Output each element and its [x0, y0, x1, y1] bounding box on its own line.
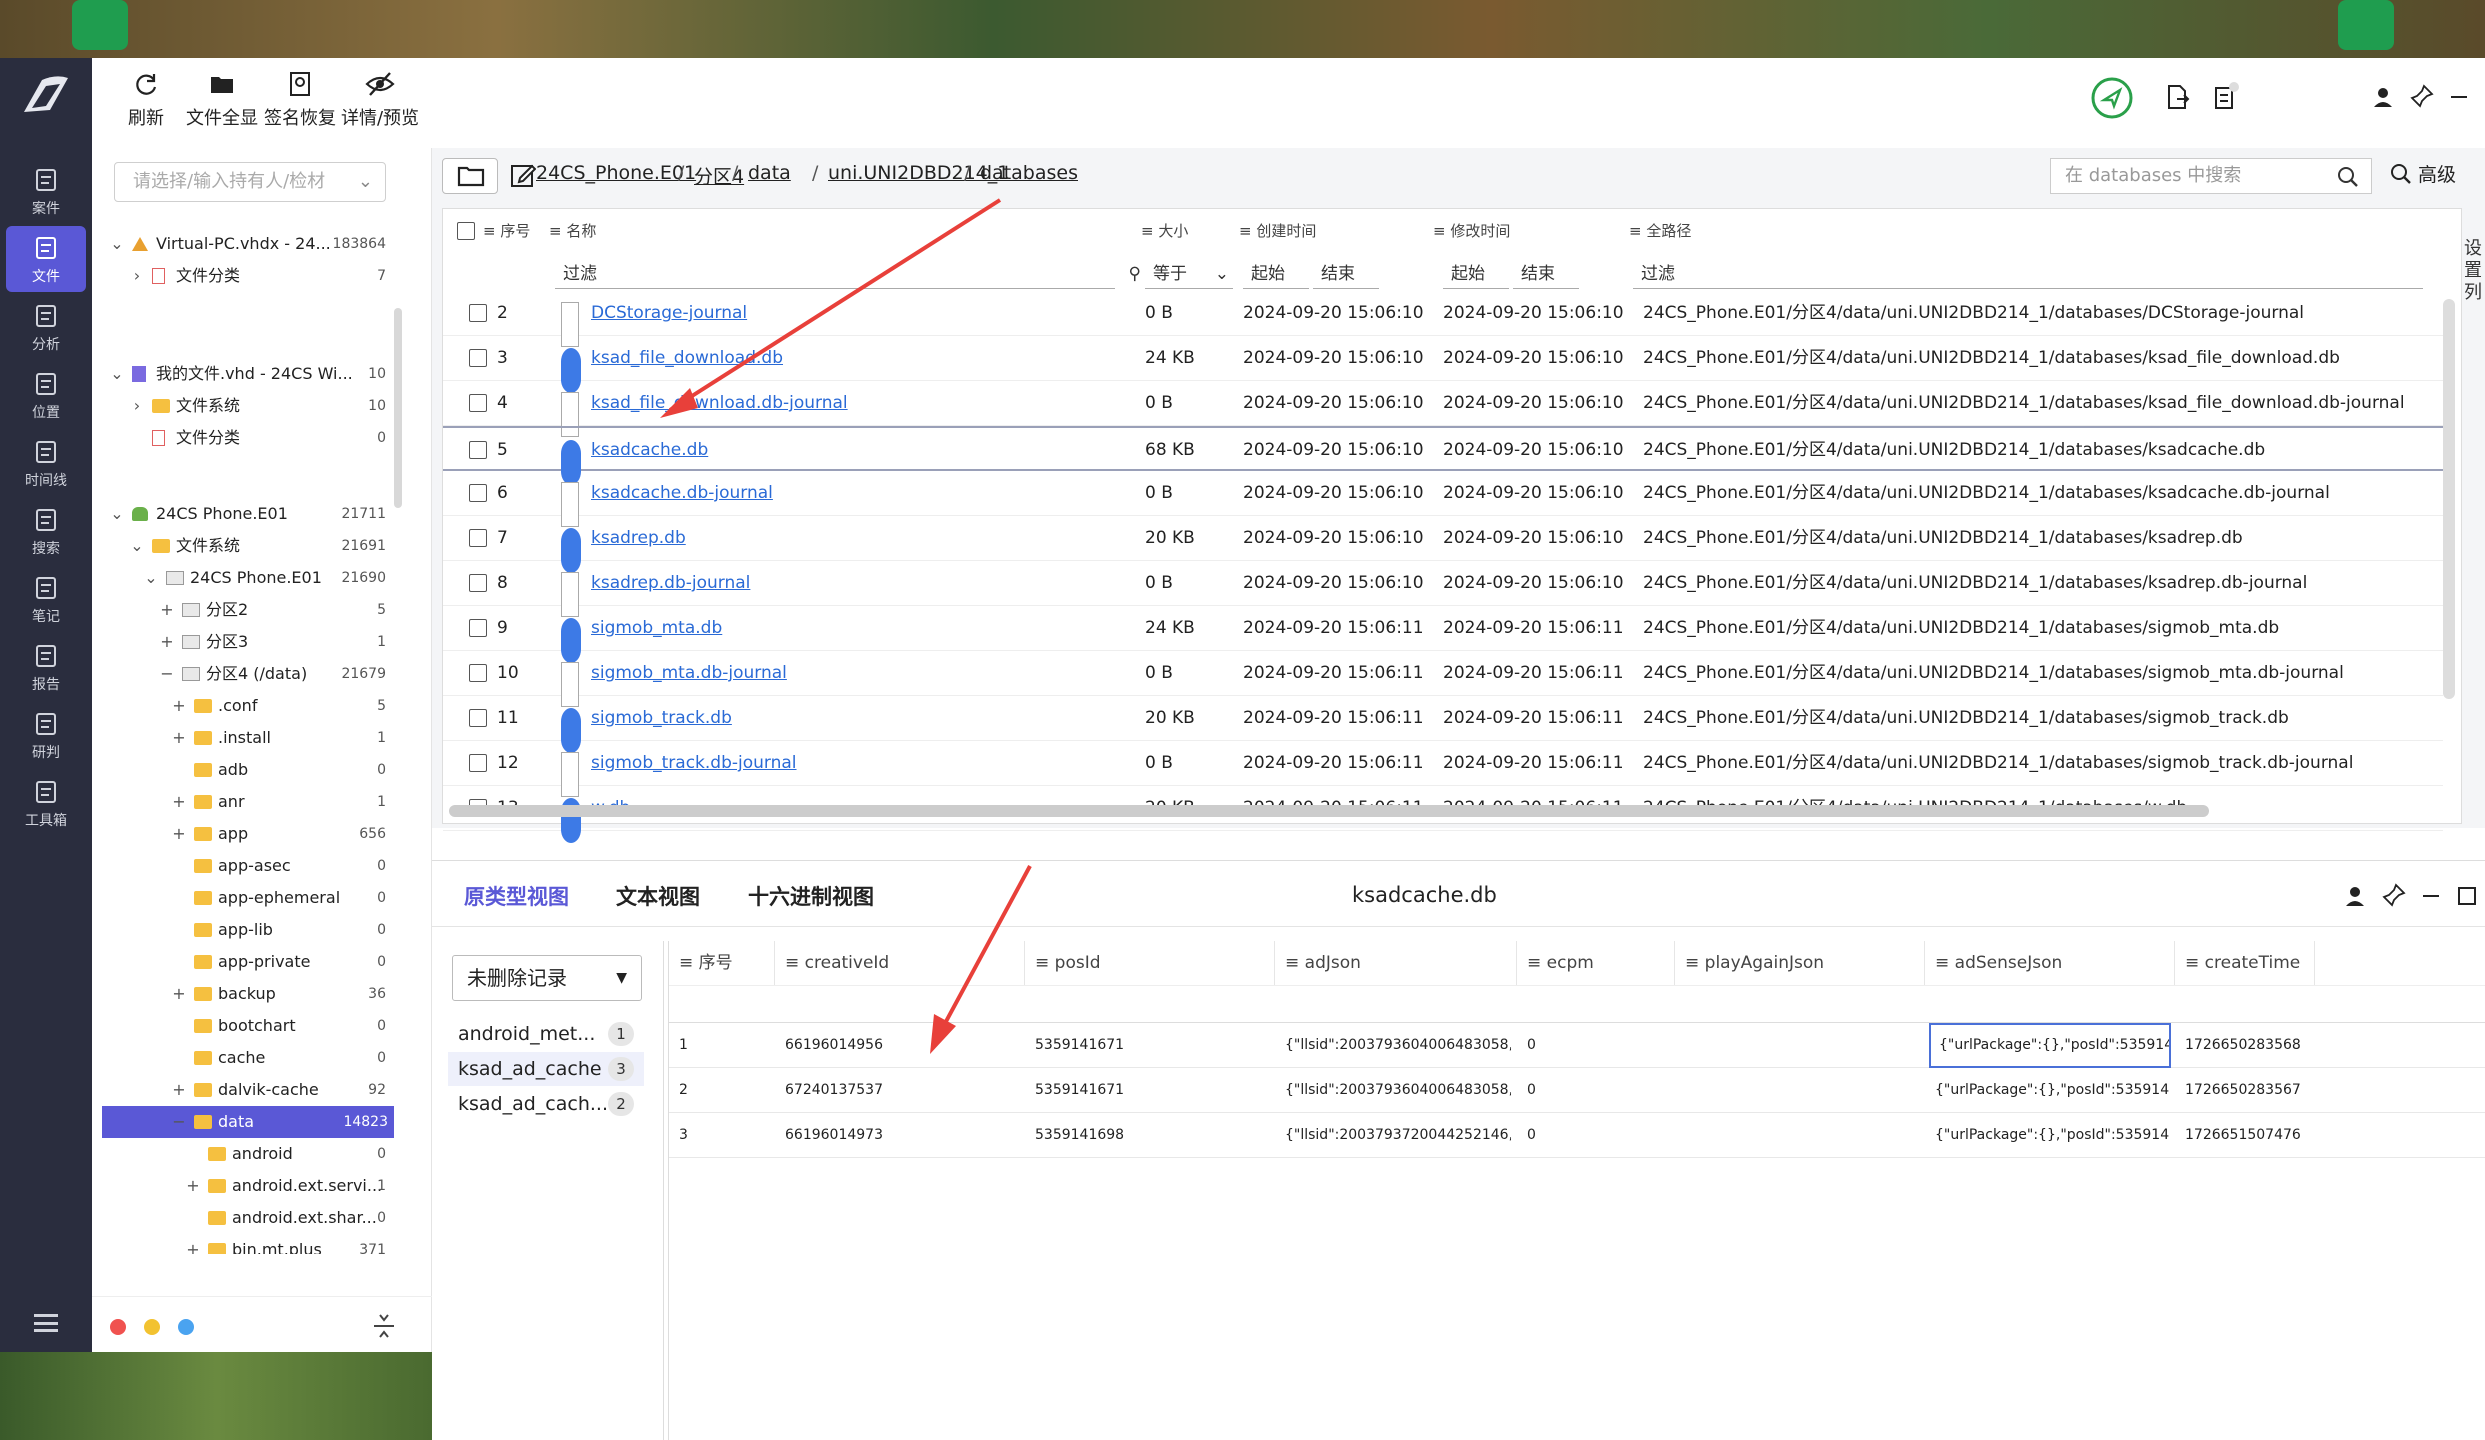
arrow-head [930, 1014, 956, 1054]
arrow-line [668, 198, 1002, 412]
arrow-line [934, 865, 1032, 1041]
arrow-head [660, 388, 698, 418]
annotation-arrows [660, 198, 1032, 1054]
